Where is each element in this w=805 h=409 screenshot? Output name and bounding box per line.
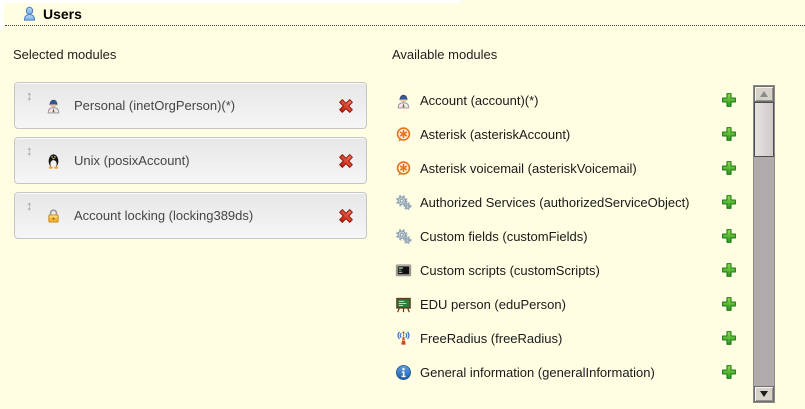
page-edge-left (0, 0, 4, 29)
remove-module-button[interactable] (337, 207, 355, 225)
available-module-row: FreeRadius (freeRadius) (395, 321, 743, 355)
module-label: FreeRadius (freeRadius) (420, 331, 562, 346)
module-label: Custom scripts (customScripts) (420, 263, 600, 278)
red-cross-icon (337, 207, 355, 225)
green-plus-icon (721, 194, 737, 210)
green-plus-icon (721, 262, 737, 278)
available-module-row: General information (generalInformation) (395, 355, 743, 389)
module-label: Personal (inetOrgPerson)(*) (74, 98, 235, 113)
scrollbar-down-button[interactable] (754, 386, 774, 402)
selected-module-row[interactable]: ↕ Unix (posixAccount) (14, 137, 367, 184)
remove-module-button[interactable] (337, 152, 355, 170)
asterisk-icon (395, 126, 412, 143)
green-plus-icon (721, 364, 737, 380)
info-icon (395, 364, 412, 381)
add-module-button[interactable] (721, 228, 737, 244)
add-module-button[interactable] (721, 126, 737, 142)
selected-module-row[interactable]: ↕ Account locking (locking389ds) (14, 192, 367, 239)
available-module-row: EDU person (eduPerson) (395, 287, 743, 321)
available-module-row: Asterisk (asteriskAccount) (395, 117, 743, 151)
green-plus-icon (721, 330, 737, 346)
available-module-row: Account (account)(*) (395, 83, 743, 117)
module-label: Asterisk voicemail (asteriskVoicemail) (420, 161, 637, 176)
add-module-button[interactable] (721, 330, 737, 346)
header-divider (5, 25, 805, 26)
add-module-button[interactable] (721, 92, 737, 108)
green-plus-icon (721, 228, 737, 244)
gears-icon (395, 194, 412, 211)
asterisk-icon (395, 160, 412, 177)
arrow-down-icon (760, 391, 768, 397)
scrollbar-thumb[interactable] (754, 102, 774, 157)
add-module-button[interactable] (721, 262, 737, 278)
module-label: Account locking (locking389ds) (74, 208, 253, 223)
module-label: EDU person (eduPerson) (420, 297, 566, 312)
users-icon (22, 6, 37, 22)
add-module-button[interactable] (721, 296, 737, 312)
arrow-up-icon (760, 91, 768, 97)
add-module-button[interactable] (721, 160, 737, 176)
red-cross-icon (337, 152, 355, 170)
person-icon (395, 92, 412, 109)
page-header: Users (22, 6, 82, 22)
module-label: Asterisk (asteriskAccount) (420, 127, 570, 142)
selected-modules-label: Selected modules (13, 47, 116, 62)
module-label: Authorized Services (authorizedServiceOb… (420, 195, 690, 210)
add-module-button[interactable] (721, 364, 737, 380)
available-modules-label: Available modules (392, 47, 497, 62)
available-module-row: Asterisk voicemail (asteriskVoicemail) (395, 151, 743, 185)
available-module-row: Custom scripts (customScripts) (395, 253, 743, 287)
green-plus-icon (721, 160, 737, 176)
module-label: Account (account)(*) (420, 93, 539, 108)
available-modules-list: Account (account)(*) Asterisk (asteriskA… (395, 83, 743, 389)
module-label: Unix (posixAccount) (74, 153, 190, 168)
radius-icon (395, 330, 412, 347)
red-cross-icon (337, 97, 355, 115)
script-icon (395, 262, 412, 279)
drag-handle-icon[interactable]: ↕ (26, 144, 33, 157)
available-module-row: Authorized Services (authorizedServiceOb… (395, 185, 743, 219)
account-types-module-selection: Users Selected modules Available modules… (0, 0, 805, 409)
selected-module-row[interactable]: ↕ Personal (inetOrgPerson)(*) (14, 82, 367, 129)
remove-module-button[interactable] (337, 97, 355, 115)
module-label: Custom fields (customFields) (420, 229, 588, 244)
drag-handle-icon[interactable]: ↕ (26, 89, 33, 102)
green-plus-icon (721, 126, 737, 142)
scrollbar-up-button[interactable] (754, 86, 774, 102)
tux-icon (45, 152, 62, 169)
page-edge-top (0, 0, 462, 3)
add-module-button[interactable] (721, 194, 737, 210)
green-plus-icon (721, 92, 737, 108)
selected-modules-list: ↕ Personal (inetOrgPerson)(*) ↕ Unix (po… (14, 82, 367, 247)
available-module-row: Custom fields (customFields) (395, 219, 743, 253)
module-label: General information (generalInformation) (420, 365, 655, 380)
gears-icon (395, 228, 412, 245)
scrollbar-track[interactable] (754, 102, 774, 386)
page-title: Users (43, 6, 82, 22)
lock-icon (45, 207, 62, 224)
green-plus-icon (721, 296, 737, 312)
available-modules-scrollbar[interactable] (753, 85, 775, 403)
board-icon (395, 296, 412, 313)
drag-handle-icon[interactable]: ↕ (26, 199, 33, 212)
person-icon (45, 97, 62, 114)
